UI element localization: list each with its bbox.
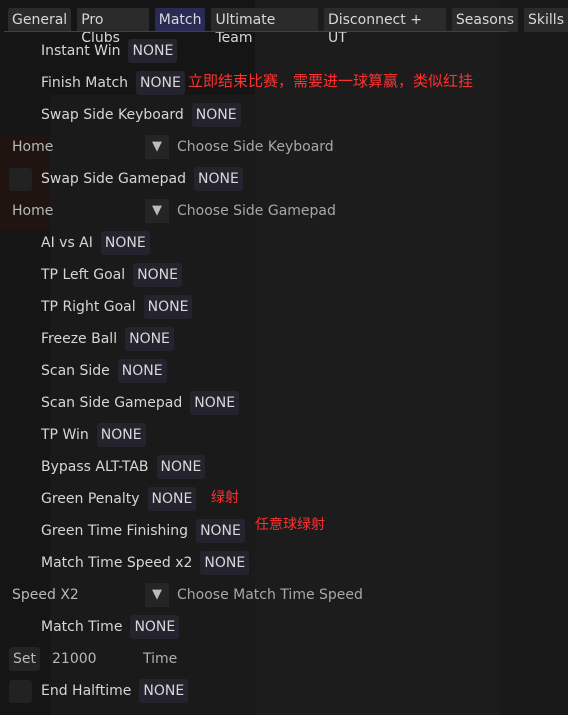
finish-match-note: 立即结束比赛，需要进一球算赢，类似红挂 [188,72,474,90]
instant-win-label: Instant Win [41,43,121,59]
instant-win-row: Instant Win NONE [41,39,178,63]
ai-vs-ai-row: AI vs AI NONE [41,231,150,255]
scan-side-label: Scan Side [41,363,110,379]
time-speed-combo-label: Choose Match Time Speed [177,587,363,603]
side-keyboard-combo-label: Choose Side Keyboard [177,139,334,155]
match-time-speed-row: Match Time Speed x2 NONE [41,551,250,575]
bypass-alt-tab-row: Bypass ALT-TAB NONE [41,455,206,479]
dropdown-arrow-icon[interactable]: ▼ [145,199,169,223]
scan-side-gamepad-label: Scan Side Gamepad [41,395,183,411]
green-time-finishing-label: Green Time Finishing [41,523,189,539]
end-halftime-hotkey-button[interactable]: NONE [139,679,189,703]
swap-side-gamepad-checkbox[interactable] [9,167,32,191]
finish-match-row: Finish Match NONE [41,71,185,95]
tab-skills[interactable]: Skills [524,8,568,32]
tp-left-goal-hotkey-button[interactable]: NONE [133,263,182,287]
match-time-label: Match Time [41,619,123,635]
scan-side-gamepad-row: Scan Side Gamepad NONE [41,391,240,415]
background-chat-list [255,0,500,715]
side-keyboard-combo[interactable]: Home ▼ Choose Side Keyboard [0,135,340,159]
dropdown-arrow-icon[interactable]: ▼ [145,583,169,607]
set-time-button[interactable]: Set [9,647,40,671]
tp-right-goal-label: TP Right Goal [41,299,136,315]
dropdown-arrow-icon[interactable]: ▼ [145,135,169,159]
time-speed-value: Speed X2 [12,587,79,603]
freeze-ball-hotkey-button[interactable]: NONE [125,327,174,351]
time-input[interactable]: 21000 [52,651,127,667]
tab-general[interactable]: General [8,8,72,32]
set-time-row: Set 21000 Time [9,647,177,671]
tab-seasons[interactable]: Seasons [451,8,519,32]
end-halftime-checkbox[interactable] [9,679,32,703]
freeze-ball-row: Freeze Ball NONE [41,327,174,351]
time-speed-combo[interactable]: Speed X2 ▼ Choose Match Time Speed [0,583,363,607]
tp-win-row: TP Win NONE [41,423,146,447]
instant-win-hotkey-button[interactable]: NONE [128,39,178,63]
side-gamepad-combo[interactable]: Home ▼ Choose Side Gamepad [0,199,340,223]
match-time-row: Match Time NONE [41,615,180,639]
tp-win-label: TP Win [41,427,89,443]
scan-side-hotkey-button[interactable]: NONE [117,359,167,383]
tp-left-goal-row: TP Left Goal NONE [41,263,182,287]
ai-vs-ai-hotkey-button[interactable]: NONE [100,231,150,255]
tab-ultimate-team[interactable]: Ultimate Team [211,8,318,46]
green-penalty-label: Green Penalty [41,491,140,507]
tp-win-hotkey-button[interactable]: NONE [96,423,146,447]
match-time-hotkey-button[interactable]: NONE [130,615,180,639]
scan-side-gamepad-hotkey-button[interactable]: NONE [190,391,240,415]
tab-match[interactable]: Match [154,8,206,32]
swap-side-gamepad-hotkey-button[interactable]: NONE [194,167,243,191]
tp-right-goal-hotkey-button[interactable]: NONE [143,295,193,319]
finish-match-label: Finish Match [41,75,129,91]
tp-right-goal-row: TP Right Goal NONE [41,295,193,319]
tab-disconnect-ut[interactable]: Disconnect + UT [323,8,446,46]
finish-match-hotkey-button[interactable]: NONE [136,71,185,95]
tab-pro-clubs[interactable]: Pro Clubs [77,8,149,46]
side-gamepad-combo-label: Choose Side Gamepad [177,203,336,219]
tab-bar: General Pro Clubs Match Ultimate Team Di… [8,8,568,46]
tp-left-goal-label: TP Left Goal [41,267,126,283]
bypass-alt-tab-hotkey-button[interactable]: NONE [156,455,206,479]
green-penalty-row: Green Penalty NONE [41,487,197,511]
green-time-finishing-row: Green Time Finishing NONE [41,519,245,543]
swap-side-keyboard-row: Swap Side Keyboard NONE [41,103,241,127]
swap-side-keyboard-label: Swap Side Keyboard [41,107,184,123]
green-time-finishing-hotkey-button[interactable]: NONE [196,519,245,543]
end-halftime-row: End Halftime NONE [9,679,189,703]
green-penalty-note: 绿射 [211,490,239,506]
match-time-speed-label: Match Time Speed x2 [41,555,193,571]
bypass-alt-tab-label: Bypass ALT-TAB [41,459,149,475]
swap-side-gamepad-row: Swap Side Gamepad NONE [9,167,243,191]
swap-side-keyboard-hotkey-button[interactable]: NONE [191,103,241,127]
scan-side-row: Scan Side NONE [41,359,167,383]
match-time-speed-hotkey-button[interactable]: NONE [200,551,250,575]
background-right [500,0,568,715]
swap-side-gamepad-label: Swap Side Gamepad [41,171,187,187]
end-halftime-label: End Halftime [41,683,132,699]
side-keyboard-value: Home [12,139,54,155]
green-penalty-hotkey-button[interactable]: NONE [147,487,197,511]
side-gamepad-value: Home [12,203,54,219]
tab-underline [4,31,508,32]
ai-vs-ai-label: AI vs AI [41,235,93,251]
green-time-finishing-note: 任意球绿射 [255,517,325,533]
time-label: Time [143,651,178,667]
freeze-ball-label: Freeze Ball [41,331,118,347]
